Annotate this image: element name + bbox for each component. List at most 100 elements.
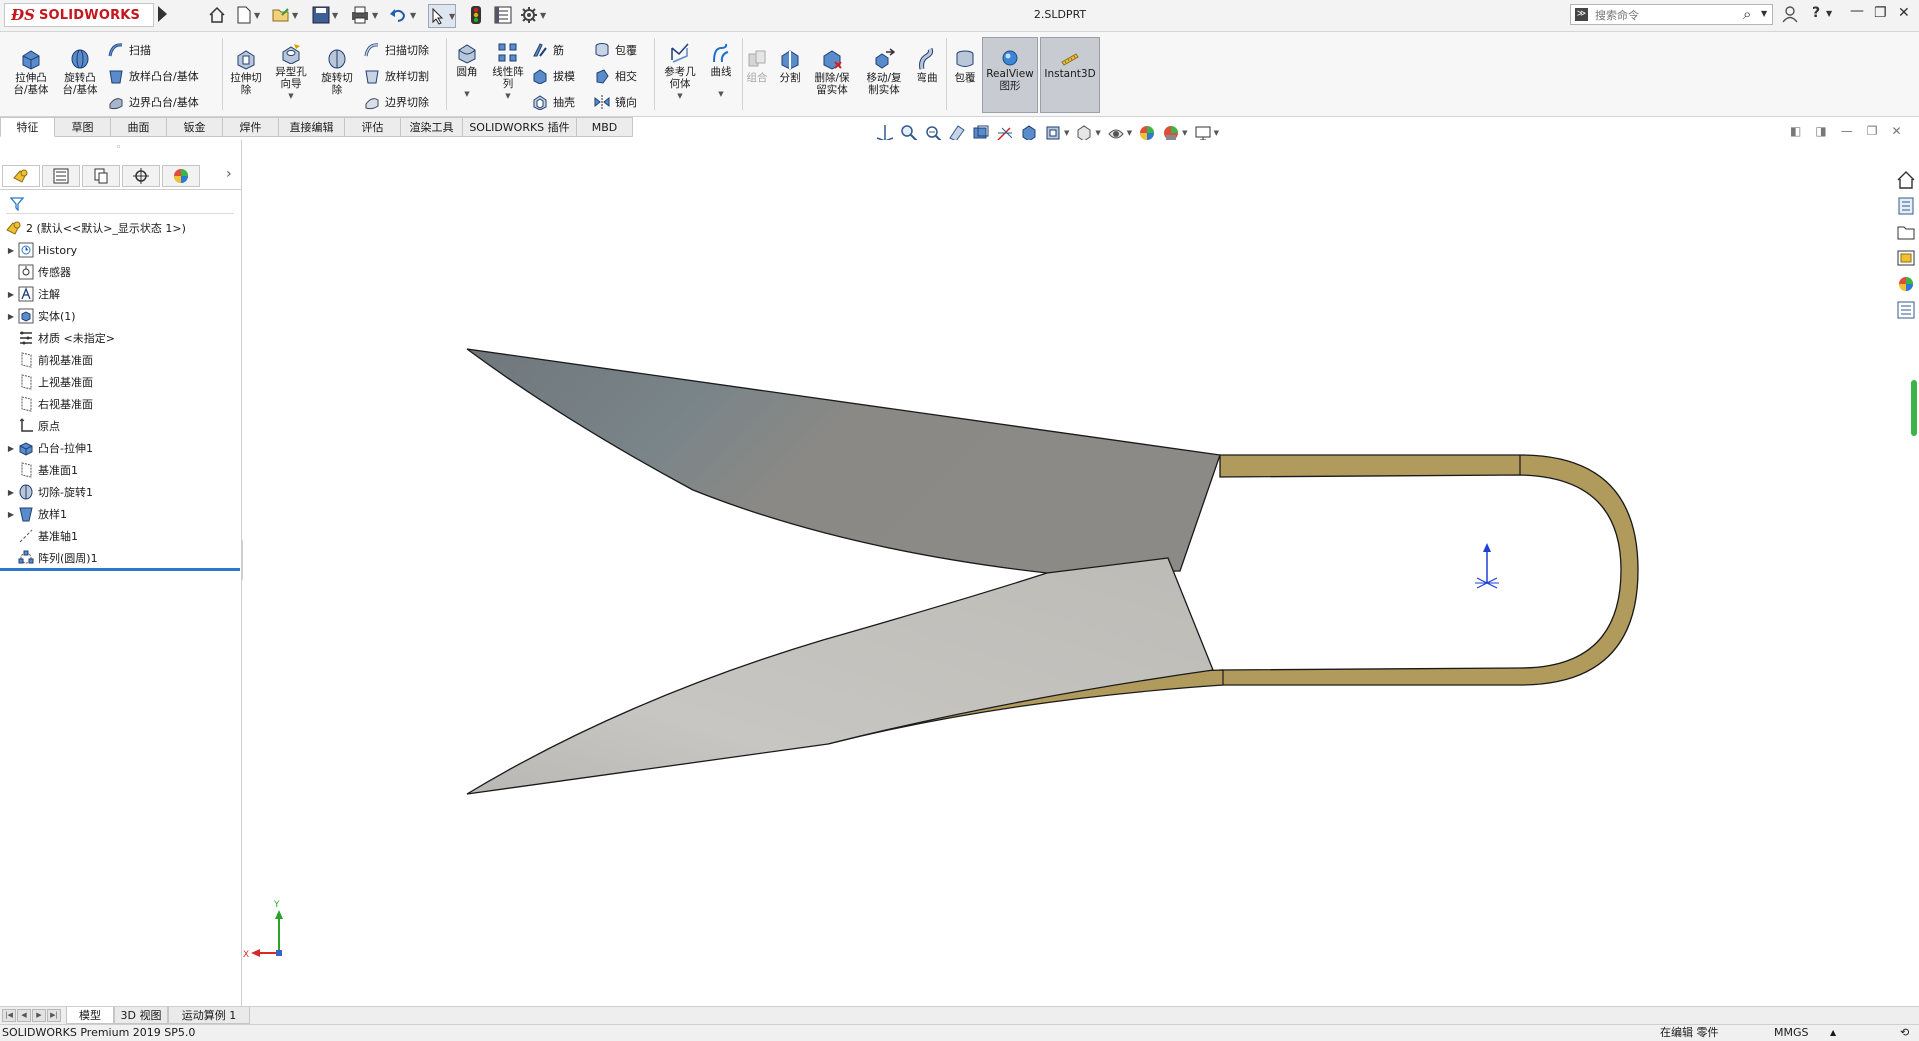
intersect-button[interactable]: 相交	[594, 68, 637, 84]
tree-item-right-plane[interactable]: 右视基准面	[6, 395, 93, 413]
search-scope-icon[interactable]: ≫	[1575, 8, 1588, 21]
search-dropdown-icon[interactable]: ▼	[1761, 9, 1767, 18]
file-explorer-icon[interactable]	[1896, 222, 1916, 242]
home-button[interactable]	[208, 5, 226, 25]
flex-button[interactable]: 弯曲	[912, 48, 942, 84]
options-button[interactable]: ▼	[520, 5, 546, 25]
help-icon[interactable]: ?	[1812, 5, 1820, 21]
custom-properties-icon[interactable]	[1896, 300, 1916, 320]
tree-root-part[interactable]: 2 (默认<<默认>_显示状态 1>)	[4, 219, 186, 237]
user-account-icon[interactable]	[1782, 5, 1798, 27]
tab-model[interactable]: 模型	[66, 1007, 114, 1024]
tree-item-loft1[interactable]: ▶ 放样1	[6, 505, 67, 523]
help-dropdown-icon[interactable]: ▼	[1826, 9, 1832, 18]
last-tab-arrow-icon[interactable]: ▶|	[47, 1009, 61, 1022]
tab-surfaces[interactable]: 曲面	[111, 117, 167, 137]
unit-system-dropdown-icon[interactable]: ▲	[1830, 1025, 1836, 1041]
appearances-scenes-icon[interactable]	[1896, 274, 1916, 294]
next-tab-arrow-icon[interactable]: ▶	[32, 1009, 46, 1022]
boundary-boss-button[interactable]: 边界凸台/基体	[108, 94, 199, 110]
tree-item-origin[interactable]: 原点	[6, 417, 60, 435]
tree-item-axis1[interactable]: 基准轴1	[6, 527, 78, 545]
revolve-cut-button[interactable]: 旋转切 除	[316, 48, 358, 96]
split-button[interactable]: 分割	[774, 48, 806, 84]
draft-button[interactable]: 拔模	[532, 68, 575, 84]
tab-weldments[interactable]: 焊件	[223, 117, 279, 137]
tab-direct-editing[interactable]: 直接编辑	[279, 117, 345, 137]
instant3d-button[interactable]: Instant3D	[1040, 37, 1100, 113]
select-button[interactable]: ▼	[428, 4, 457, 28]
minimize-document-icon[interactable]: —	[1841, 124, 1853, 138]
combine-button[interactable]: 组合	[746, 48, 768, 84]
tab-mbd[interactable]: MBD	[577, 117, 633, 137]
feature-tree-filter[interactable]	[6, 195, 234, 214]
tab-render-tools[interactable]: 渲染工具	[401, 117, 463, 137]
solidworks-menu-logo[interactable]: ƉS SOLIDWORKS	[4, 3, 154, 27]
new-document-button[interactable]: ▼	[236, 5, 260, 25]
tree-item-solid-bodies[interactable]: ▶ 实体(1)	[6, 307, 76, 325]
property-manager-tab[interactable]	[42, 165, 80, 187]
search-icon[interactable]: ⌕	[1743, 5, 1751, 23]
undo-button[interactable]: ▼	[388, 5, 416, 25]
expand-arrow-icon[interactable]: ▶	[6, 510, 16, 519]
rib-button[interactable]: 筋	[532, 42, 564, 58]
search-commands[interactable]: ≫ ⌕ ▼	[1570, 4, 1773, 25]
print-button[interactable]: ▼	[350, 5, 378, 25]
tab-solidworks-addins[interactable]: SOLIDWORKS 插件	[463, 117, 577, 137]
extrude-cut-button[interactable]: 拉伸切 除	[226, 48, 266, 96]
tree-item-sensors[interactable]: 传感器	[6, 263, 71, 281]
expand-arrow-icon[interactable]: ▶	[6, 246, 16, 255]
tree-item-cut-revolve1[interactable]: ▶ 切除-旋转1	[6, 483, 93, 501]
mirror-button[interactable]: 镜向	[594, 94, 637, 110]
tree-item-history[interactable]: ▶ History	[6, 241, 77, 259]
tile-left-icon[interactable]: ◧	[1790, 124, 1801, 138]
extrude-boss-button[interactable]: 拉伸凸 台/基体	[10, 48, 52, 96]
wrap-large-button[interactable]: 包覆	[950, 48, 980, 84]
file-properties-button[interactable]	[494, 5, 512, 25]
task-pane-scroll-indicator[interactable]	[1911, 380, 1917, 436]
dimxpert-manager-tab[interactable]	[122, 165, 160, 187]
more-tabs-chevron-icon[interactable]: ›	[226, 166, 232, 182]
close-document-icon[interactable]: ✕	[1891, 124, 1901, 138]
rollback-bar[interactable]	[0, 568, 240, 571]
restore-window-icon[interactable]: ❐	[1874, 5, 1887, 21]
tab-sheet-metal[interactable]: 钣金	[167, 117, 223, 137]
tree-item-plane1[interactable]: 基准面1	[6, 461, 78, 479]
shell-button[interactable]: 抽壳	[532, 94, 575, 110]
lofted-cut-button[interactable]: 放样切割	[364, 68, 429, 84]
customize-status-icon[interactable]: ⟲	[1900, 1025, 1909, 1041]
tab-features[interactable]: 特征	[0, 117, 55, 137]
tree-item-front-plane[interactable]: 前视基准面	[6, 351, 93, 369]
featuremanager-tab[interactable]	[2, 165, 40, 187]
swept-cut-button[interactable]: 扫描切除	[364, 42, 429, 58]
first-tab-arrow-icon[interactable]: |◀	[2, 1009, 16, 1022]
configuration-manager-tab[interactable]	[82, 165, 120, 187]
open-button[interactable]: ▼	[272, 5, 298, 25]
tab-motion-study-1[interactable]: 运动算例 1	[168, 1007, 250, 1024]
graphics-area[interactable]: Y X	[243, 140, 1919, 1006]
display-manager-tab[interactable]	[162, 165, 200, 187]
minimize-window-icon[interactable]: —	[1850, 3, 1864, 19]
solidworks-resources-home-icon[interactable]	[1896, 170, 1916, 190]
reference-geometry-button[interactable]: 参考几 何体 ▼	[658, 42, 702, 102]
design-library-icon[interactable]	[1896, 196, 1916, 216]
tree-item-circular-pattern1[interactable]: 阵列(圆周)1	[6, 549, 98, 567]
hole-wizard-button[interactable]: 异型孔 向导 ▼	[270, 42, 312, 102]
sweep-button[interactable]: 扫描	[108, 42, 151, 58]
previous-tab-arrow-icon[interactable]: ◀	[17, 1009, 31, 1022]
tile-right-icon[interactable]: ◨	[1815, 124, 1826, 138]
wrap-button[interactable]: 包覆	[594, 42, 637, 58]
revolve-boss-button[interactable]: 旋转凸 台/基体	[58, 48, 102, 96]
tab-3d-views[interactable]: 3D 视图	[114, 1007, 168, 1024]
view-palette-icon[interactable]	[1896, 248, 1916, 268]
unit-system[interactable]: MMGS	[1774, 1025, 1809, 1041]
tree-item-annotations[interactable]: ▶ 注解	[6, 285, 60, 303]
move-copy-body-button[interactable]: 移动/复 制实体	[862, 48, 906, 96]
panel-collapse-handle[interactable]: ◦	[116, 143, 121, 153]
expand-arrow-icon[interactable]: ▶	[6, 312, 16, 321]
menu-expand-icon[interactable]	[158, 6, 167, 22]
loft-boss-button[interactable]: 放样凸台/基体	[108, 68, 199, 84]
linear-pattern-button[interactable]: 线性阵 列 ▼	[488, 42, 528, 102]
delete-keep-body-button[interactable]: 删除/保 留实体	[810, 48, 854, 96]
fillet-button[interactable]: 圆角 ▼	[450, 42, 484, 100]
